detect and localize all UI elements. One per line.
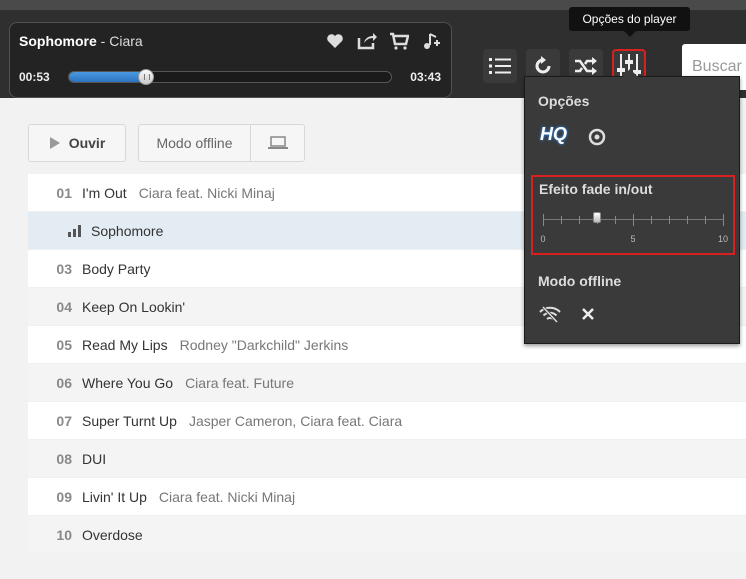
slider-tick — [543, 214, 544, 226]
track-number: 04 — [56, 298, 72, 315]
play-icon — [49, 137, 60, 149]
slider-tick — [669, 216, 670, 224]
slider-tick-label: 0 — [540, 234, 546, 244]
track-artist: Ciara feat. Future — [185, 374, 294, 391]
track-artist: Ciara feat. Nicki Minaj — [138, 184, 275, 201]
track-number: 03 — [56, 260, 72, 277]
track-artist: Ciara feat. Nicki Minaj — [158, 488, 296, 505]
track-number: 07 — [56, 412, 72, 429]
track-name: DUI — [82, 450, 107, 467]
now-playing-song: Sophomore — [19, 33, 97, 49]
track-row[interactable]: 08 DUI — [28, 440, 746, 478]
total-time: 03:43 — [410, 70, 441, 84]
cart-icon[interactable] — [389, 31, 409, 51]
shuffle-icon — [575, 57, 597, 75]
progress-fill — [69, 72, 147, 82]
track-name: I'm Out — [82, 184, 127, 201]
play-button-label: Ouvir — [68, 135, 106, 151]
slider-tick — [723, 214, 724, 226]
now-playing-icon — [68, 224, 81, 237]
track-row[interactable]: 09 Livin' It Up Ciara feat. Nicki Minaj — [28, 478, 746, 516]
add-to-playlist-icon[interactable] — [421, 31, 441, 51]
disc-icon[interactable] — [588, 128, 606, 151]
fade-slider[interactable]: 0 5 10 — [540, 207, 728, 247]
track-number: 10 — [56, 526, 72, 543]
progress-knob[interactable] — [138, 69, 155, 85]
track-name: Sophomore — [91, 222, 164, 239]
repeat-icon — [535, 56, 551, 74]
slider-tick — [687, 216, 688, 224]
track-name: Livin' It Up — [82, 488, 147, 505]
current-time: 00:53 — [19, 70, 50, 84]
track-number: 01 — [56, 184, 72, 201]
track-name: Super Turnt Up — [82, 412, 177, 429]
play-button[interactable]: Ouvir — [28, 124, 126, 162]
slider-tick — [579, 216, 580, 224]
track-name: Body Party — [82, 260, 151, 277]
track-artist: Rodney "Darkchild" Jerkins — [179, 336, 349, 353]
fade-effect-section: Efeito fade in/out 0 5 10 — [531, 175, 735, 255]
track-name: Keep On Lookin' — [82, 298, 186, 315]
queue-button[interactable] — [483, 49, 517, 83]
slider-tick — [615, 216, 616, 224]
fade-slider-knob[interactable] — [593, 212, 601, 223]
track-number: 06 — [56, 374, 72, 391]
wifi-off-icon[interactable] — [539, 305, 561, 328]
laptop-icon — [267, 136, 288, 149]
laptop-button[interactable] — [251, 124, 305, 162]
track-name: Where You Go — [82, 374, 174, 391]
slider-tick — [651, 216, 652, 224]
track-name: Overdose — [82, 526, 143, 543]
offline-mode-title: Modo offline — [538, 273, 622, 289]
track-row[interactable]: 07 Super Turnt Up Jasper Cameron, Ciara fe… — [28, 402, 746, 440]
offline-mode-button[interactable]: Modo offline — [138, 124, 251, 162]
close-icon[interactable] — [581, 307, 595, 326]
options-title: Opções — [538, 93, 590, 109]
player-options-tooltip: Opções do player — [569, 7, 690, 37]
track-number: 05 — [56, 336, 72, 353]
hq-toggle[interactable]: HQ — [540, 124, 567, 145]
list-icon — [489, 58, 511, 74]
fade-title: Efeito fade in/out — [539, 181, 653, 197]
now-playing-separator: - — [96, 33, 110, 49]
track-number: 08 — [56, 450, 72, 467]
progress-bar[interactable] — [68, 69, 392, 85]
slider-tick-label: 10 — [717, 234, 729, 244]
slider-tick — [561, 216, 562, 224]
now-playing-title: Sophomore - Ciara — [19, 33, 143, 49]
now-playing-artist: Ciara — [109, 33, 143, 49]
track-number: 09 — [56, 488, 72, 505]
track-row[interactable]: 06 Where You Go Ciara feat. Future — [28, 364, 746, 402]
player-panel: Sophomore - Ciara 00:53 03:43 — [9, 22, 452, 98]
heart-icon[interactable] — [325, 31, 345, 51]
track-artist: Jasper Cameron, Ciara feat. Ciara — [188, 412, 403, 429]
slider-tick-label: 5 — [630, 234, 636, 244]
track-name: Read My Lips — [82, 336, 168, 353]
player-options-dropdown: Opções HQ Efeito fade in/out 0 5 10 Modo o… — [524, 69, 740, 344]
share-icon[interactable] — [357, 31, 377, 51]
slider-tick — [633, 214, 634, 226]
track-row[interactable]: 10 Overdose — [28, 516, 746, 554]
slider-tick — [705, 216, 706, 224]
